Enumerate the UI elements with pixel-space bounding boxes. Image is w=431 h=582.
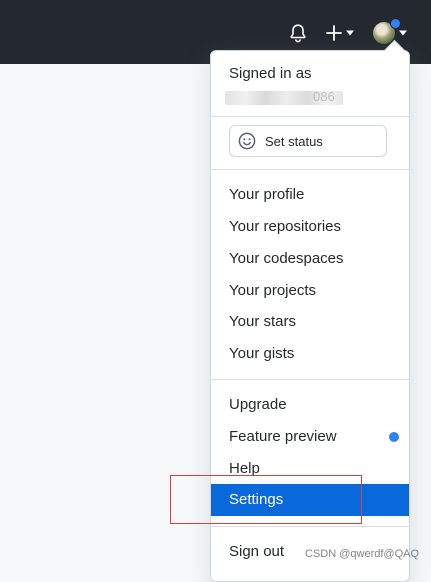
menu-item-upgrade[interactable]: Upgrade bbox=[211, 390, 409, 420]
divider bbox=[211, 116, 409, 117]
set-status-button[interactable]: Set status bbox=[229, 125, 387, 157]
username: 086 bbox=[225, 89, 345, 107]
divider bbox=[211, 169, 409, 170]
status-dot bbox=[390, 18, 401, 29]
chevron-down-icon bbox=[346, 30, 354, 36]
menu-item-your-profile[interactable]: Your profile bbox=[211, 180, 409, 210]
menu-item-feature-preview[interactable]: Feature preview bbox=[211, 422, 409, 452]
signed-in-label: Signed in as bbox=[229, 65, 312, 82]
menu-item-help[interactable]: Help bbox=[211, 454, 409, 484]
notifications-button[interactable] bbox=[287, 22, 309, 44]
divider bbox=[211, 526, 409, 527]
chevron-down-icon bbox=[399, 30, 407, 36]
plus-icon bbox=[326, 25, 342, 41]
watermark: CSDN @qwerdf@QAQ bbox=[305, 548, 420, 560]
bell-icon bbox=[290, 24, 306, 43]
create-new-dropdown[interactable] bbox=[323, 22, 357, 44]
menu-item-your-projects[interactable]: Your projects bbox=[211, 276, 409, 306]
feature-preview-label: Feature preview bbox=[229, 428, 337, 445]
username-fragment: 086 bbox=[313, 89, 335, 104]
smiley-icon bbox=[238, 132, 256, 150]
menu-item-your-codespaces[interactable]: Your codespaces bbox=[211, 244, 409, 274]
divider bbox=[211, 379, 409, 380]
menu-item-your-stars[interactable]: Your stars bbox=[211, 307, 409, 337]
menu-item-your-repositories[interactable]: Your repositories bbox=[211, 212, 409, 242]
menu-item-settings[interactable]: Settings bbox=[211, 484, 409, 516]
set-status-label: Set status bbox=[265, 133, 323, 149]
new-feature-dot bbox=[389, 432, 399, 442]
user-dropdown-menu: Signed in as 086 Set status Your profile… bbox=[210, 39, 410, 582]
menu-item-your-gists[interactable]: Your gists bbox=[211, 339, 409, 369]
